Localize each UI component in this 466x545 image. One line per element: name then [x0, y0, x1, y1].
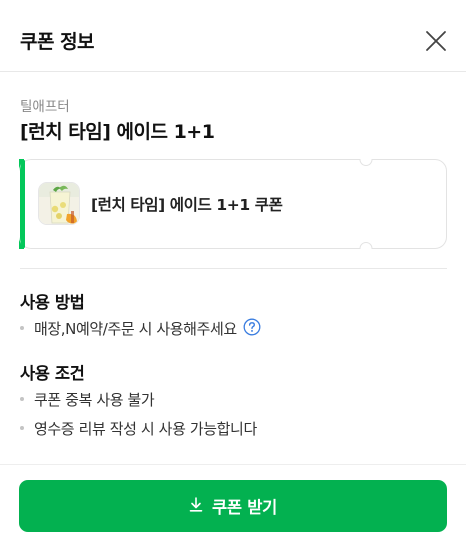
bottom-action-bar: 쿠폰 받기 [0, 464, 466, 545]
modal-title: 쿠폰 정보 [20, 31, 95, 53]
coupon-title: [런치 타임] 에이드 1+1 [20, 121, 215, 143]
help-button[interactable] [243, 318, 261, 340]
condition-text-2: 영수증 리뷰 작성 시 사용 가능합니다 [34, 420, 257, 438]
download-button-label: 쿠폰 받기 [212, 498, 277, 517]
coupon-card: [런치 타임] 에이드 1+1 쿠폰 [19, 159, 447, 249]
coupon-card-label: [런치 타임] 에이드 1+1 쿠폰 [91, 196, 283, 214]
modal-header: 쿠폰 정보 [0, 0, 466, 72]
download-coupon-button[interactable]: 쿠폰 받기 [19, 480, 447, 532]
usage-method-text: 매장,N예약/주문 시 사용해주세요 [34, 320, 237, 338]
question-circle-icon[interactable] [243, 318, 261, 336]
list-item: 영수증 리뷰 작성 시 사용 가능합니다 [20, 418, 257, 439]
close-icon[interactable] [420, 25, 452, 57]
close-button[interactable] [420, 25, 452, 57]
list-item: 매장,N예약/주문 시 사용해주세요 [20, 318, 261, 341]
lemon-ade-drink-image [39, 183, 79, 224]
bullet-dot [20, 396, 24, 401]
bullet-dot [20, 325, 24, 330]
list-item: 쿠폰 중복 사용 불가 [20, 389, 155, 410]
usage-method-title: 사용 방법 [20, 293, 85, 312]
coupon-thumbnail [38, 182, 80, 225]
bullet-dot [20, 425, 24, 430]
condition-text-1: 쿠폰 중복 사용 불가 [34, 391, 155, 409]
usage-conditions-title: 사용 조건 [20, 364, 85, 383]
store-name: 틸애프터 [20, 99, 70, 115]
section-divider [20, 268, 447, 269]
download-icon [189, 496, 203, 516]
